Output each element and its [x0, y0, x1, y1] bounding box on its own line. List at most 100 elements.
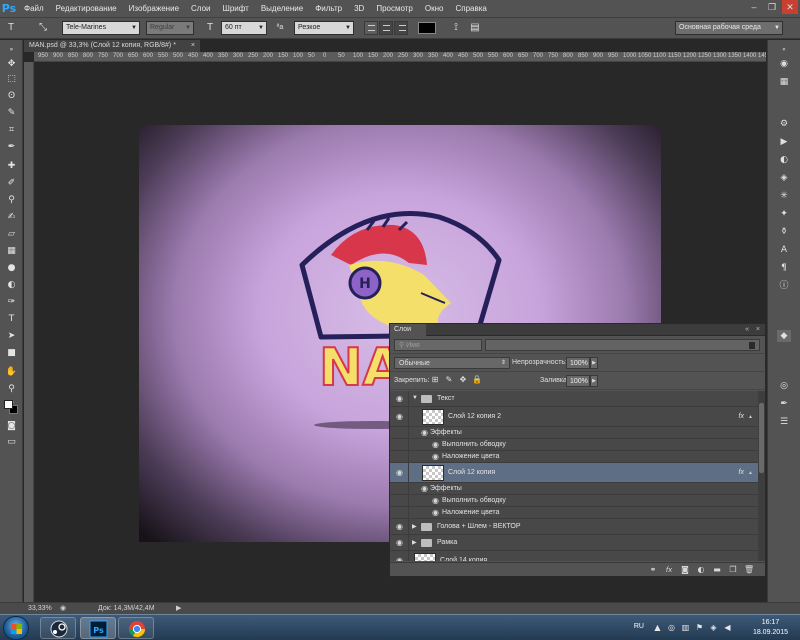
actions-panel-icon[interactable]: ▶	[777, 136, 791, 148]
menu-item[interactable]: Справка	[449, 0, 492, 17]
opacity-input[interactable]: 100%	[566, 357, 590, 369]
photoshop-taskbar-button[interactable]: Ps	[80, 617, 116, 639]
align-left-button[interactable]	[364, 21, 378, 35]
menu-item[interactable]: Слои	[185, 0, 216, 17]
network-icon[interactable]: ▥	[681, 623, 690, 632]
menu-item[interactable]: 3D	[348, 0, 370, 17]
font-style-select[interactable]: Regular ▼	[146, 21, 194, 35]
properties-panel-icon[interactable]: ☰	[777, 416, 791, 428]
character-panel-icon[interactable]: ▤	[468, 21, 482, 35]
effects-eye-icon[interactable]: ◉	[420, 484, 429, 493]
layer-group-row[interactable]: ◉ ▶ Голова + Шлем - ВЕКТОР	[390, 519, 758, 535]
brush-tool-icon[interactable]: ✐	[5, 177, 18, 189]
menu-item[interactable]: Окно	[419, 0, 450, 17]
info-panel-icon[interactable]: ⓘ	[777, 280, 791, 292]
fill-slider-button[interactable]: ▶	[590, 375, 598, 387]
collapse-effects-icon[interactable]: ▲	[748, 470, 753, 476]
effect-eye-icon[interactable]: ◉	[431, 508, 440, 517]
layer-group-row[interactable]: ◉ ▼ Текст	[390, 391, 758, 407]
pen-tool-icon[interactable]: ✑	[5, 296, 18, 308]
layer-search-input[interactable]: ⚲ Имя	[394, 339, 482, 351]
visibility-cell[interactable]	[390, 451, 409, 462]
lock-pixels-icon[interactable]: ✎	[444, 375, 454, 385]
zoom-tool-icon[interactable]: ⚲	[5, 383, 18, 395]
menu-item[interactable]: Изображение	[123, 0, 185, 17]
hand-tool-icon[interactable]: ✋	[5, 366, 18, 378]
collapse-dock-icon[interactable]: «	[777, 44, 791, 56]
clone-stamp-tool-icon[interactable]: ⚲	[5, 194, 18, 206]
visibility-cell[interactable]	[390, 439, 409, 450]
menu-item[interactable]: Просмотр	[370, 0, 419, 17]
collapse-group-icon[interactable]: ▼	[412, 395, 418, 401]
link-layers-icon[interactable]: ⚭	[648, 565, 658, 575]
workspace-select[interactable]: Основная рабочая среда ▼	[675, 21, 783, 35]
lock-position-icon[interactable]: ✥	[458, 375, 468, 385]
paragraph-panel-icon[interactable]: ¶	[777, 262, 791, 274]
eraser-tool-icon[interactable]: ▱	[5, 228, 18, 240]
opacity-slider-button[interactable]: ▶	[590, 357, 598, 369]
layer-effect-row[interactable]: ◉ Наложение цвета	[390, 451, 758, 463]
collapse-icon[interactable]: »	[5, 44, 18, 56]
layer-effect-row[interactable]: ◉ Выполнить обводку	[390, 495, 758, 507]
chrome-taskbar-button[interactable]	[118, 617, 154, 639]
quick-mask-icon[interactable]: ◙	[5, 420, 18, 432]
eyedropper-tool-icon[interactable]: ✒	[5, 141, 18, 153]
menu-item[interactable]: Шрифт	[216, 0, 254, 17]
menu-item[interactable]: Файл	[18, 0, 50, 17]
eye-icon[interactable]: ◉	[395, 412, 404, 421]
close-tab-icon[interactable]: ×	[191, 40, 195, 52]
restore-button[interactable]: ❐	[764, 0, 780, 14]
eye-icon[interactable]: ◉	[395, 538, 404, 547]
brush-presets-icon[interactable]: ✦	[777, 208, 791, 220]
menu-item[interactable]: Редактирование	[50, 0, 123, 17]
align-right-button[interactable]	[394, 21, 408, 35]
character-panel-icon[interactable]: A	[777, 244, 791, 256]
effects-eye-icon[interactable]: ◉	[420, 428, 429, 437]
antialias-select[interactable]: Резкое ▼	[294, 21, 354, 35]
effect-eye-icon[interactable]: ◉	[431, 440, 440, 449]
channels-panel-icon[interactable]: ◎	[777, 380, 791, 392]
panel-close-icon[interactable]: ×	[756, 324, 760, 336]
document-tab[interactable]: MAN.psd @ 33,3% (Слой 12 копия, RGB/8#) …	[24, 40, 200, 52]
paths-panel-icon[interactable]: ✒	[777, 398, 791, 410]
layer-effect-row[interactable]: ◉ Наложение цвета	[390, 507, 758, 519]
steam-tray-icon[interactable]: ◎	[667, 623, 676, 632]
layers-panel-icon[interactable]: ◆	[777, 330, 791, 342]
steam-taskbar-button[interactable]	[40, 617, 76, 639]
warp-text-icon[interactable]: ⟟	[449, 21, 463, 35]
layer-filter-bar[interactable]	[485, 339, 760, 351]
visibility-cell[interactable]	[390, 495, 409, 506]
foreground-color-swatch[interactable]	[4, 400, 13, 409]
layer-effect-row[interactable]: ◉ Эффекты	[390, 427, 758, 439]
lock-transparent-icon[interactable]: ⊞	[430, 375, 440, 385]
crop-tool-icon[interactable]: ⌗	[5, 124, 18, 136]
clock[interactable]: 16:17 18.09.2015	[753, 618, 788, 638]
visibility-cell[interactable]	[390, 483, 409, 494]
align-center-button[interactable]	[379, 21, 393, 35]
shape-tool-icon[interactable]: ■	[5, 347, 18, 359]
show-hidden-icons-icon[interactable]: ▲	[653, 623, 662, 632]
start-button[interactable]	[3, 616, 29, 640]
brushes-panel-icon[interactable]: ✳	[777, 190, 791, 202]
filter-toggle-icon[interactable]	[749, 342, 755, 349]
path-selection-tool-icon[interactable]: ➤	[5, 330, 18, 342]
layer-list-scrollbar[interactable]	[758, 391, 765, 561]
expand-group-icon[interactable]: ▶	[412, 523, 417, 530]
text-orientation-icon[interactable]: ⤡	[36, 21, 50, 35]
eye-icon[interactable]: ◉	[395, 522, 404, 531]
adjustment-layer-icon[interactable]: ◐	[696, 565, 706, 575]
healing-brush-tool-icon[interactable]: ✚	[5, 160, 18, 172]
visibility-cell[interactable]	[390, 507, 409, 518]
font-family-select[interactable]: Tele-Marines ▼	[62, 21, 140, 35]
layer-effect-row[interactable]: ◉ Эффекты	[390, 483, 758, 495]
fill-input[interactable]: 100%	[566, 375, 590, 387]
panel-collapse-icon[interactable]: «	[745, 324, 749, 336]
layer-row[interactable]: ◉ Слой 14 копия	[390, 551, 758, 561]
layer-group-row[interactable]: ◉ ▶ Рамка	[390, 535, 758, 551]
swatches-panel-icon[interactable]: ▦	[777, 76, 791, 88]
color-panel-icon[interactable]: ◉	[777, 58, 791, 70]
security-icon[interactable]: ◈	[709, 623, 718, 632]
eye-icon[interactable]: ◉	[395, 394, 404, 403]
font-size-select[interactable]: 60 пт ▼	[221, 21, 267, 35]
layers-tab[interactable]: Слои	[390, 324, 426, 336]
